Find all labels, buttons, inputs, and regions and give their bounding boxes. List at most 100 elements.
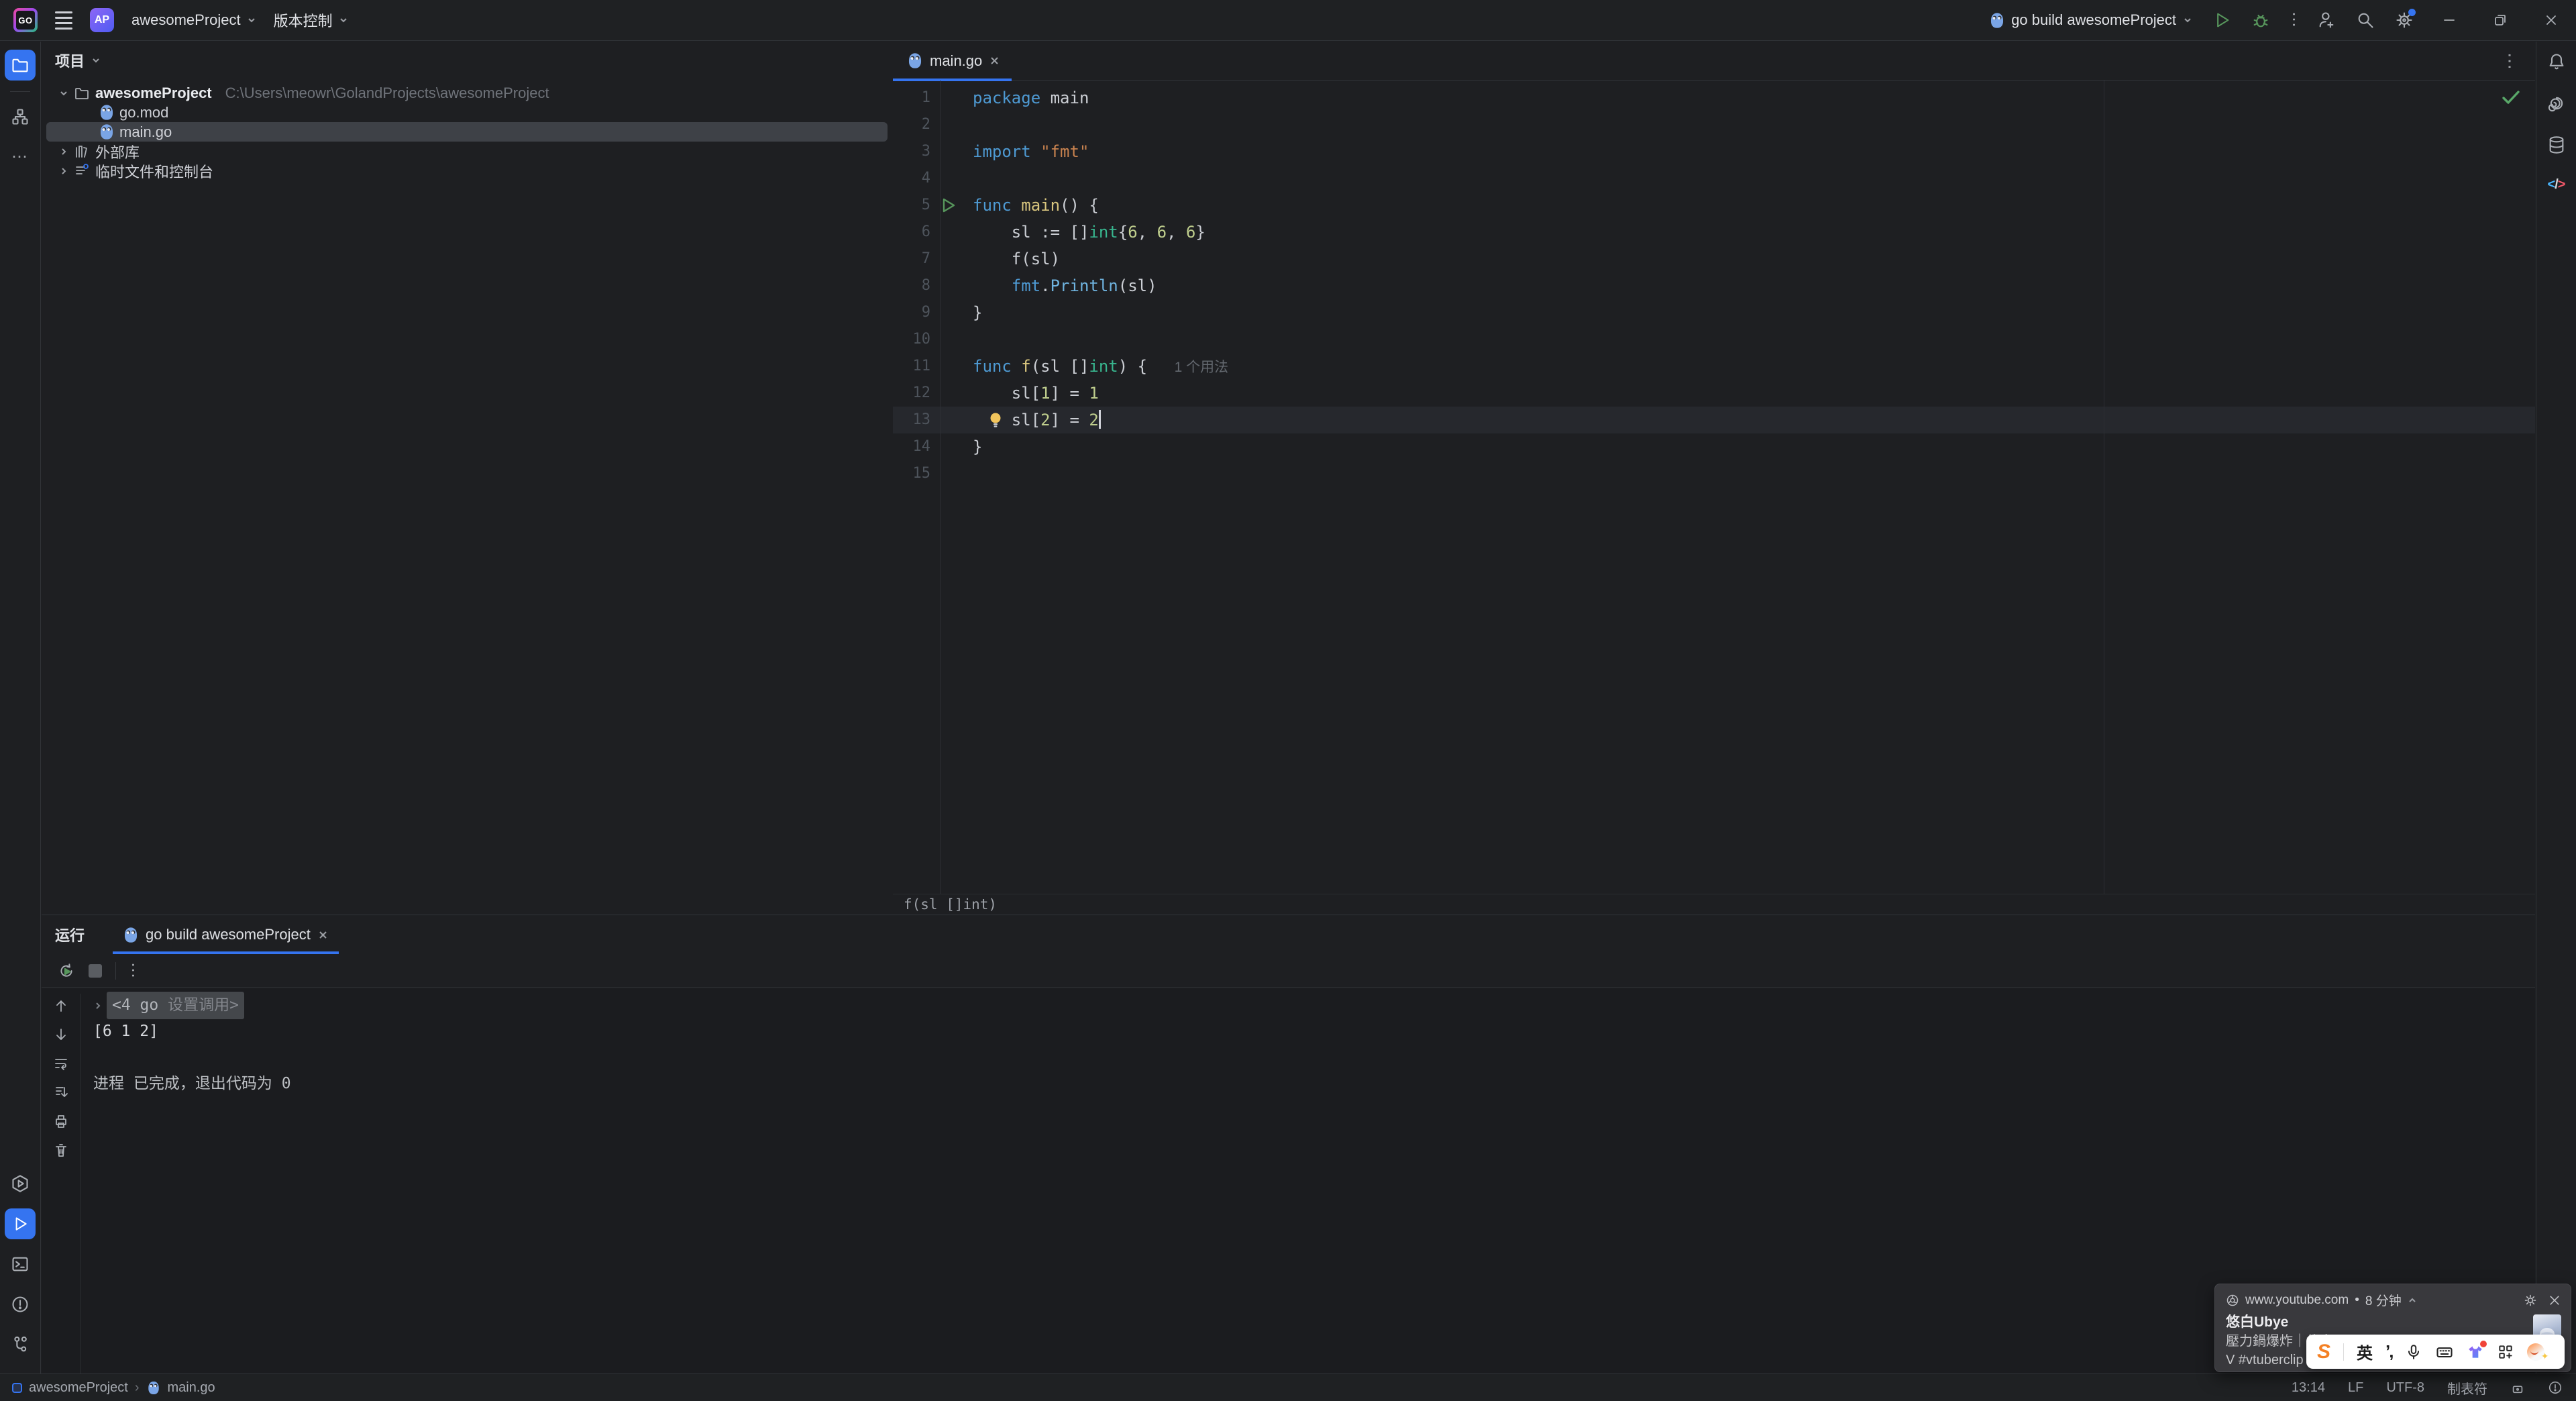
chevron-collapsed-icon[interactable] (59, 166, 68, 176)
project-avatar[interactable]: AP (90, 8, 114, 32)
debug-button[interactable] (2251, 11, 2270, 30)
ime-skin-icon[interactable] (2467, 1340, 2487, 1361)
tree-row-external-libraries[interactable]: 外部库 (42, 142, 892, 161)
console-command-line[interactable]: <4 go 设置调用> (93, 992, 291, 1019)
code-line-4[interactable] (973, 165, 1228, 192)
code-line-3[interactable]: import "fmt" (973, 138, 1228, 165)
soft-wrap-icon[interactable] (53, 1055, 69, 1072)
run-tool-button[interactable] (5, 1208, 36, 1239)
editor-code-lines: package main import "fmt" func main() { sl… (973, 85, 1228, 487)
go-file-icon (148, 1381, 159, 1394)
keyboard-icon[interactable] (2435, 1343, 2454, 1361)
notification-settings-icon[interactable] (2524, 1294, 2537, 1307)
code-line-6[interactable]: sl := []int{6, 6, 6} (973, 219, 1228, 246)
run-tab[interactable]: go build awesomeProject (113, 915, 339, 954)
code-line-12[interactable]: sl[1] = 1 (973, 380, 1228, 407)
notification-close-icon[interactable] (2548, 1294, 2561, 1307)
database-icon[interactable] (2547, 136, 2566, 154)
code-line-8[interactable]: fmt.Println(sl) (973, 272, 1228, 299)
code-line-7[interactable]: f(sl) (973, 246, 1228, 272)
project-tool-button[interactable] (5, 50, 36, 81)
close-tab-icon[interactable] (318, 930, 328, 940)
tree-row-root[interactable]: awesomeProject C:\Users\meowr\GolandProj… (42, 83, 892, 103)
emoji-icon[interactable]: ✦ (2527, 1343, 2548, 1361)
stop-icon[interactable] (89, 964, 102, 978)
tab-maingo[interactable]: main.go (893, 42, 1012, 81)
project-selector[interactable]: awesomeProject (131, 11, 256, 29)
run-console[interactable]: <4 go 设置调用> [6 1 2] 进程 已完成，退出代码为 0 (42, 988, 2535, 1374)
editor-area: main.go ⋯ 1 2 3 4 5 6 7 8 9 10 11 12 13 14 15 package … (893, 42, 2535, 914)
code-line-15[interactable] (973, 460, 1228, 487)
add-user-icon[interactable] (2317, 11, 2336, 30)
more-actions-icon[interactable]: ⋯ (2285, 11, 2303, 29)
code-line-2[interactable] (973, 111, 1228, 138)
minimize-button[interactable] (2434, 12, 2465, 28)
code-line-13[interactable]: sl[2] = 2 (973, 407, 1228, 433)
up-stack-trace-icon[interactable] (53, 998, 69, 1014)
run-panel-header: 运行 go build awesomeProject (42, 915, 2535, 954)
tree-row-maingo[interactable]: main.go (46, 122, 888, 142)
code-line-11[interactable]: func f(sl []int) { 1 个用法 (973, 353, 1228, 380)
main-menu-icon[interactable] (55, 11, 72, 30)
cursor-position[interactable]: 13:14 (2292, 1380, 2325, 1396)
tree-row-scratches[interactable]: 临时文件和控制台 (42, 161, 892, 180)
tab-options-icon[interactable]: ⋯ (2500, 52, 2535, 70)
program-output: [6 1 2] (93, 1023, 158, 1040)
rerun-icon[interactable] (58, 962, 75, 980)
collapse-icon[interactable] (2408, 1296, 2417, 1305)
code-line-1[interactable]: package main (973, 85, 1228, 111)
ime-punctuation-toggle[interactable]: ’, (2385, 1341, 2394, 1362)
restore-button[interactable] (2485, 12, 2516, 28)
badge-dot (2480, 1340, 2487, 1347)
read-only-lock-icon[interactable] (2510, 1380, 2525, 1395)
microphone-icon[interactable] (2405, 1343, 2422, 1361)
scroll-to-end-icon[interactable] (53, 1084, 69, 1100)
file-encoding[interactable]: UTF-8 (2386, 1380, 2424, 1396)
problems-tool-button[interactable] (5, 1289, 36, 1320)
ime-toolbar[interactable]: S 英 ’, ✦ (2306, 1335, 2565, 1369)
indent-style[interactable]: 制表符 (2447, 1378, 2487, 1398)
settings-button[interactable] (2395, 9, 2416, 30)
inspections-ok-icon[interactable] (2502, 90, 2520, 105)
ime-toolbox-icon[interactable] (2497, 1343, 2514, 1361)
code-line-5[interactable]: func main() { (973, 192, 1228, 219)
fold-chevron-icon[interactable] (93, 1001, 103, 1010)
editor-tab-bar: main.go ⋯ (893, 42, 2535, 81)
terminal-tool-button[interactable] (5, 1249, 36, 1280)
settings-notification-dot (2408, 9, 2416, 16)
statusbar-file[interactable]: main.go (168, 1380, 215, 1396)
vcs-menu[interactable]: 版本控制 (274, 9, 348, 31)
chevron-collapsed-icon[interactable] (59, 147, 68, 156)
project-panel-header[interactable]: 项目 (42, 42, 892, 79)
sogou-logo-icon[interactable]: S (2317, 1341, 2330, 1362)
project-name: awesomeProject (131, 11, 241, 28)
statusbar-project[interactable]: awesomeProject (29, 1380, 128, 1396)
more-options-icon[interactable]: ⋯ (124, 962, 142, 980)
run-button[interactable] (2212, 11, 2231, 30)
close-tab-icon[interactable] (989, 56, 1000, 66)
clear-trash-icon[interactable] (53, 1142, 69, 1158)
tree-row-gomod[interactable]: go.mod (42, 103, 892, 122)
line-separator[interactable]: LF (2348, 1380, 2363, 1396)
code-line-9[interactable]: } (973, 299, 1228, 326)
code-editor[interactable]: 1 2 3 4 5 6 7 8 9 10 11 12 13 14 15 package main import… (893, 81, 2535, 894)
ai-assistant-icon[interactable] (2547, 94, 2566, 113)
git-tool-button[interactable] (5, 1329, 36, 1360)
ime-language-toggle[interactable]: 英 (2357, 1340, 2373, 1363)
print-icon[interactable] (53, 1113, 69, 1129)
code-with-me-icon[interactable]: </> (2548, 177, 2566, 193)
down-stack-trace-icon[interactable] (53, 1027, 69, 1043)
code-line-14[interactable]: } (973, 433, 1228, 460)
search-icon[interactable] (2356, 11, 2375, 30)
close-button[interactable] (2536, 12, 2567, 28)
chevron-expanded-icon[interactable] (59, 89, 68, 98)
structure-tool-button[interactable] (5, 101, 36, 132)
indicator-icon[interactable] (2548, 1380, 2563, 1395)
run-configuration-selector[interactable]: go build awesomeProject (1990, 11, 2192, 30)
services-tool-button[interactable] (5, 1168, 36, 1199)
notifications-bell-icon[interactable] (2547, 52, 2566, 71)
code-line-10[interactable] (973, 326, 1228, 353)
more-tool-windows-button[interactable]: ⋯ (5, 142, 36, 172)
editor-breadcrumb[interactable]: f(sl []int) (893, 894, 2535, 914)
run-main-gutter-icon[interactable] (941, 197, 956, 213)
